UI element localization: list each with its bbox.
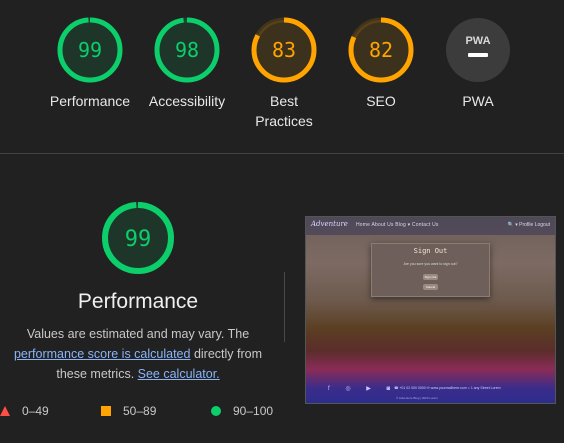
pwa-dash-icon: [468, 53, 488, 57]
gauge-best-practices-ring: 83: [251, 17, 317, 83]
gauge-performance-label: Performance: [49, 93, 131, 109]
performance-score-link[interactable]: performance score is calculated: [14, 347, 190, 361]
gauge-seo[interactable]: 82 SEO: [331, 16, 431, 111]
gauge-accessibility[interactable]: 98 Accessibility: [137, 16, 237, 111]
legend-pass-range: 90–100: [233, 404, 274, 418]
gauge-best-practices[interactable]: 83 Best Practices: [234, 16, 334, 131]
thumb-footer: f ◎ ▶ ◙ ☎ +01 02 000 0000 ✉ www.yourmail…: [306, 375, 555, 403]
thumb-social-icons: f ◎ ▶ ◙: [328, 386, 398, 392]
performance-summary: 99 Performance Values are estimated and …: [0, 200, 276, 384]
pwa-badge-icon: PWA: [446, 18, 510, 82]
gauge-best-practices-score: 83: [272, 38, 296, 62]
gauge-pwa[interactable]: PWA PWA: [428, 16, 528, 111]
gauge-accessibility-label: Accessibility: [148, 93, 226, 109]
gauge-seo-label: SEO: [366, 93, 396, 109]
performance-explainer: Values are estimated and may vary. The p…: [3, 324, 273, 384]
thumb-signout-button: Sign Out: [423, 274, 438, 280]
gauge-accessibility-ring: 98: [154, 17, 220, 83]
thumb-nav-right: 🔍 ▾ Profile Logout: [507, 222, 550, 228]
thumb-navbar: Adventure Home About Us Blog ▾ Contact U…: [306, 217, 555, 235]
performance-big-gauge: 99: [102, 202, 174, 274]
vertical-divider: [284, 272, 285, 342]
thumb-modal-text: Are you sure you want to sign out?: [403, 262, 458, 266]
square-icon: [101, 406, 111, 416]
legend-fail-range: 0–49: [22, 404, 49, 418]
triangle-icon: [0, 406, 10, 416]
thumb-signout-modal: Sign Out Are you sure you want to sign o…: [371, 243, 490, 297]
gauge-best-practices-label: Best Practices: [255, 93, 313, 129]
thumb-contact: ☎ +01 02 000 0000 ✉ www.yourmailhere.com…: [394, 386, 501, 390]
pwa-badge-text: PWA: [465, 35, 490, 47]
legend-average-range: 50–89: [123, 404, 157, 418]
performance-title: Performance: [77, 290, 199, 313]
performance-big-score: 99: [125, 227, 152, 252]
section-divider: [0, 153, 564, 154]
final-screenshot-thumbnail[interactable]: Adventure Home About Us Blog ▾ Contact U…: [305, 216, 556, 404]
see-calculator-link[interactable]: See calculator.: [138, 367, 220, 381]
score-legend: 0–49 50–89 90–100: [0, 404, 300, 420]
gauge-performance[interactable]: 99 Performance: [40, 16, 140, 111]
explainer-text-1: Values are estimated and may vary. The: [26, 327, 250, 341]
gauge-performance-ring: 99: [57, 17, 123, 83]
thumb-nav-links: Home About Us Blog ▾ Contact Us: [356, 222, 439, 228]
gauge-performance-score: 99: [78, 38, 102, 62]
thumb-logo: Adventure: [311, 220, 348, 228]
circle-icon: [211, 406, 221, 416]
thumb-modal-title: Sign Out: [413, 247, 448, 255]
gauge-pwa-label: PWA: [462, 93, 494, 109]
gauge-seo-ring: 82: [348, 17, 414, 83]
thumb-cancel-button: Cancel: [423, 284, 438, 290]
category-gauges: 99 Performance 98 Accessibility 83 Best …: [0, 0, 564, 150]
thumb-copyright: © Adventure Blog | 2023 Lorem: [396, 396, 438, 400]
gauge-seo-score: 82: [369, 38, 393, 62]
gauge-accessibility-score: 98: [175, 38, 199, 62]
